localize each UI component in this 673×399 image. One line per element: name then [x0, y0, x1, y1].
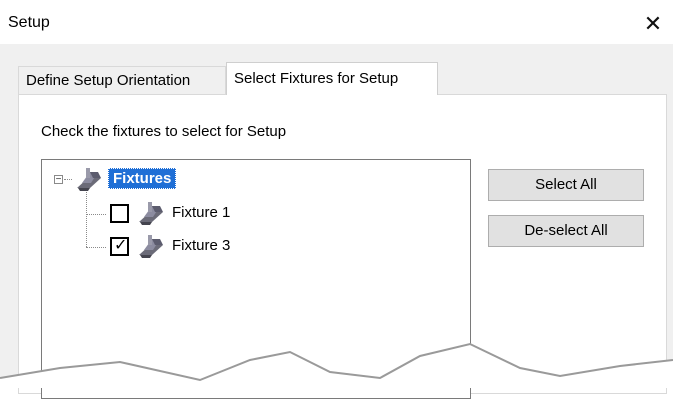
select-all-button[interactable]: Select All	[488, 169, 644, 201]
tree-connector	[86, 247, 106, 248]
title-bar: Setup ✕	[0, 0, 673, 44]
deselect-all-button[interactable]: De-select All	[488, 215, 644, 247]
fixture-1-label[interactable]: Fixture 1	[172, 204, 230, 221]
close-icon: ✕	[643, 11, 663, 36]
fixture-icon	[139, 202, 163, 225]
fixture-3-checkbox[interactable]: ✓	[110, 237, 129, 256]
window-title: Setup	[8, 14, 50, 31]
tree-root-label[interactable]: Fixtures	[108, 168, 177, 189]
tree-connector	[64, 179, 72, 180]
tab-define-setup-orientation[interactable]: Define Setup Orientation	[18, 66, 226, 94]
fixture-1-checkbox[interactable]	[110, 204, 129, 223]
dialog-body: Define Setup Orientation Select Fixtures…	[0, 44, 673, 399]
fixture-3-label[interactable]: Fixture 3	[172, 237, 230, 254]
tree-connector	[86, 192, 87, 247]
tab-select-fixtures[interactable]: Select Fixtures for Setup	[226, 62, 438, 95]
tree-connector	[86, 214, 106, 215]
torn-edge	[0, 342, 673, 388]
collapse-toggle[interactable]: −	[54, 174, 63, 185]
close-button[interactable]: ✕	[633, 8, 673, 40]
fixture-icon	[77, 168, 101, 191]
fixture-icon	[139, 235, 163, 258]
instruction-text: Check the fixtures to select for Setup	[41, 123, 287, 140]
check-icon: ✓	[114, 237, 128, 254]
minus-icon: −	[55, 174, 62, 185]
